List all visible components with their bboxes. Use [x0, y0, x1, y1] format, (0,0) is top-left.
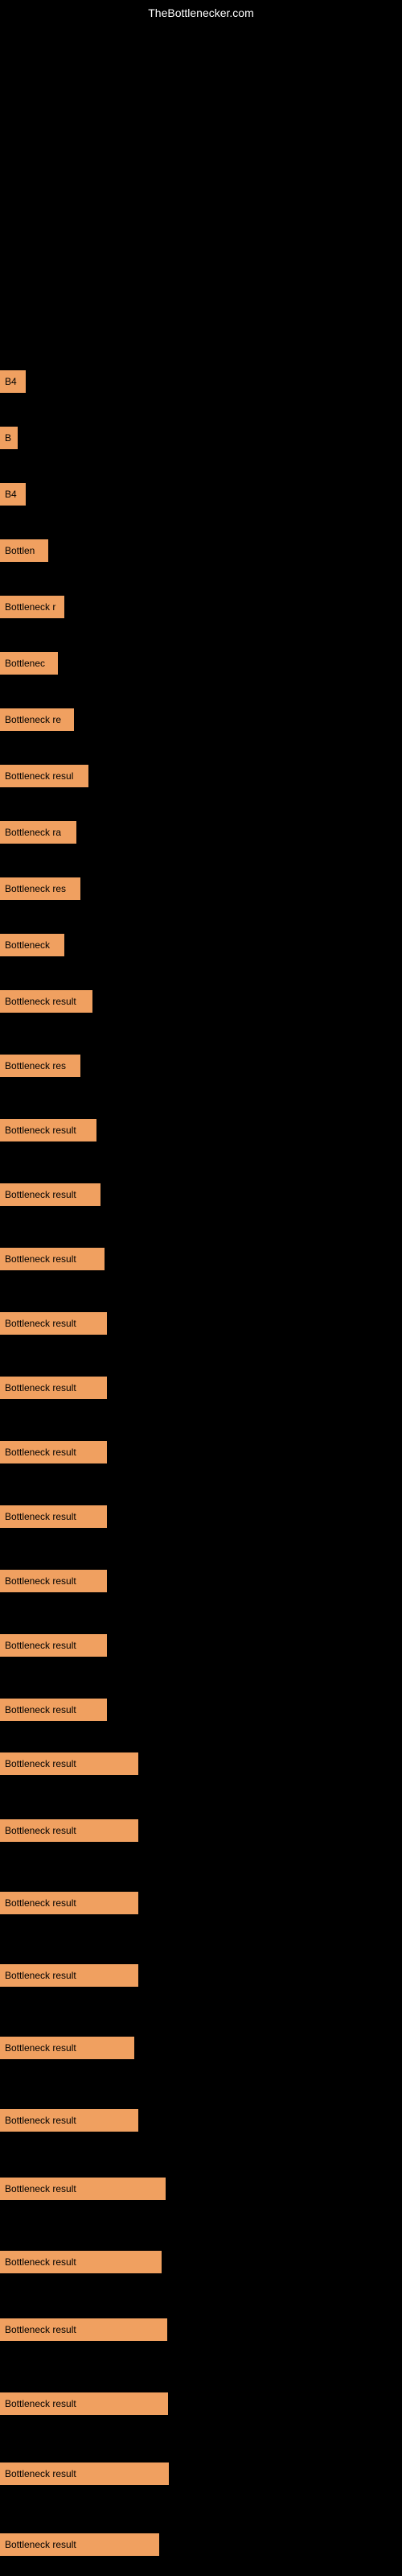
- bottleneck-result-item: Bottleneck result: [0, 1441, 107, 1463]
- bottleneck-result-item: Bottleneck result: [0, 2318, 167, 2341]
- bottleneck-result-item: B4: [0, 483, 26, 506]
- bottleneck-result-item: Bottleneck r: [0, 596, 64, 618]
- bottleneck-result-item: Bottleneck res: [0, 1055, 80, 1077]
- bottleneck-result-item: B4: [0, 370, 26, 393]
- bottleneck-result-item: Bottleneck result: [0, 1634, 107, 1657]
- bottleneck-result-item: Bottlen: [0, 539, 48, 562]
- bottleneck-result-item: Bottleneck result: [0, 1819, 138, 1842]
- bottleneck-result-item: Bottleneck result: [0, 2462, 169, 2485]
- bottleneck-result-item: Bottleneck result: [0, 2178, 166, 2200]
- bottleneck-result-item: Bottleneck result: [0, 1377, 107, 1399]
- bottleneck-result-item: Bottleneck result: [0, 1119, 96, 1141]
- bottleneck-result-item: Bottleneck result: [0, 1752, 138, 1775]
- bottleneck-result-item: Bottleneck ra: [0, 821, 76, 844]
- bottleneck-result-item: Bottleneck re: [0, 708, 74, 731]
- site-title: TheBottlenecker.com: [148, 6, 254, 19]
- bottleneck-result-item: Bottleneck result: [0, 2251, 162, 2273]
- bottleneck-result-item: Bottleneck result: [0, 2392, 168, 2415]
- bottleneck-result-item: Bottleneck result: [0, 2037, 134, 2059]
- bottleneck-result-item: Bottlenec: [0, 652, 58, 675]
- bottleneck-result-item: Bottleneck: [0, 934, 64, 956]
- bottleneck-result-item: Bottleneck res: [0, 877, 80, 900]
- bottleneck-result-item: Bottleneck result: [0, 2533, 159, 2556]
- bottleneck-result-item: Bottleneck result: [0, 1505, 107, 1528]
- bottleneck-result-item: Bottleneck result: [0, 1964, 138, 1987]
- bottleneck-result-item: Bottleneck result: [0, 1699, 107, 1721]
- bottleneck-result-item: Bottleneck result: [0, 1183, 100, 1206]
- bottleneck-result-item: Bottleneck result: [0, 1248, 105, 1270]
- bottleneck-result-item: Bottleneck result: [0, 2109, 138, 2132]
- bottleneck-result-item: B: [0, 427, 18, 449]
- bottleneck-result-item: Bottleneck resul: [0, 765, 88, 787]
- bottleneck-result-item: Bottleneck result: [0, 990, 92, 1013]
- bottleneck-result-item: Bottleneck result: [0, 1892, 138, 1914]
- bottleneck-result-item: Bottleneck result: [0, 1570, 107, 1592]
- bottleneck-result-item: Bottleneck result: [0, 1312, 107, 1335]
